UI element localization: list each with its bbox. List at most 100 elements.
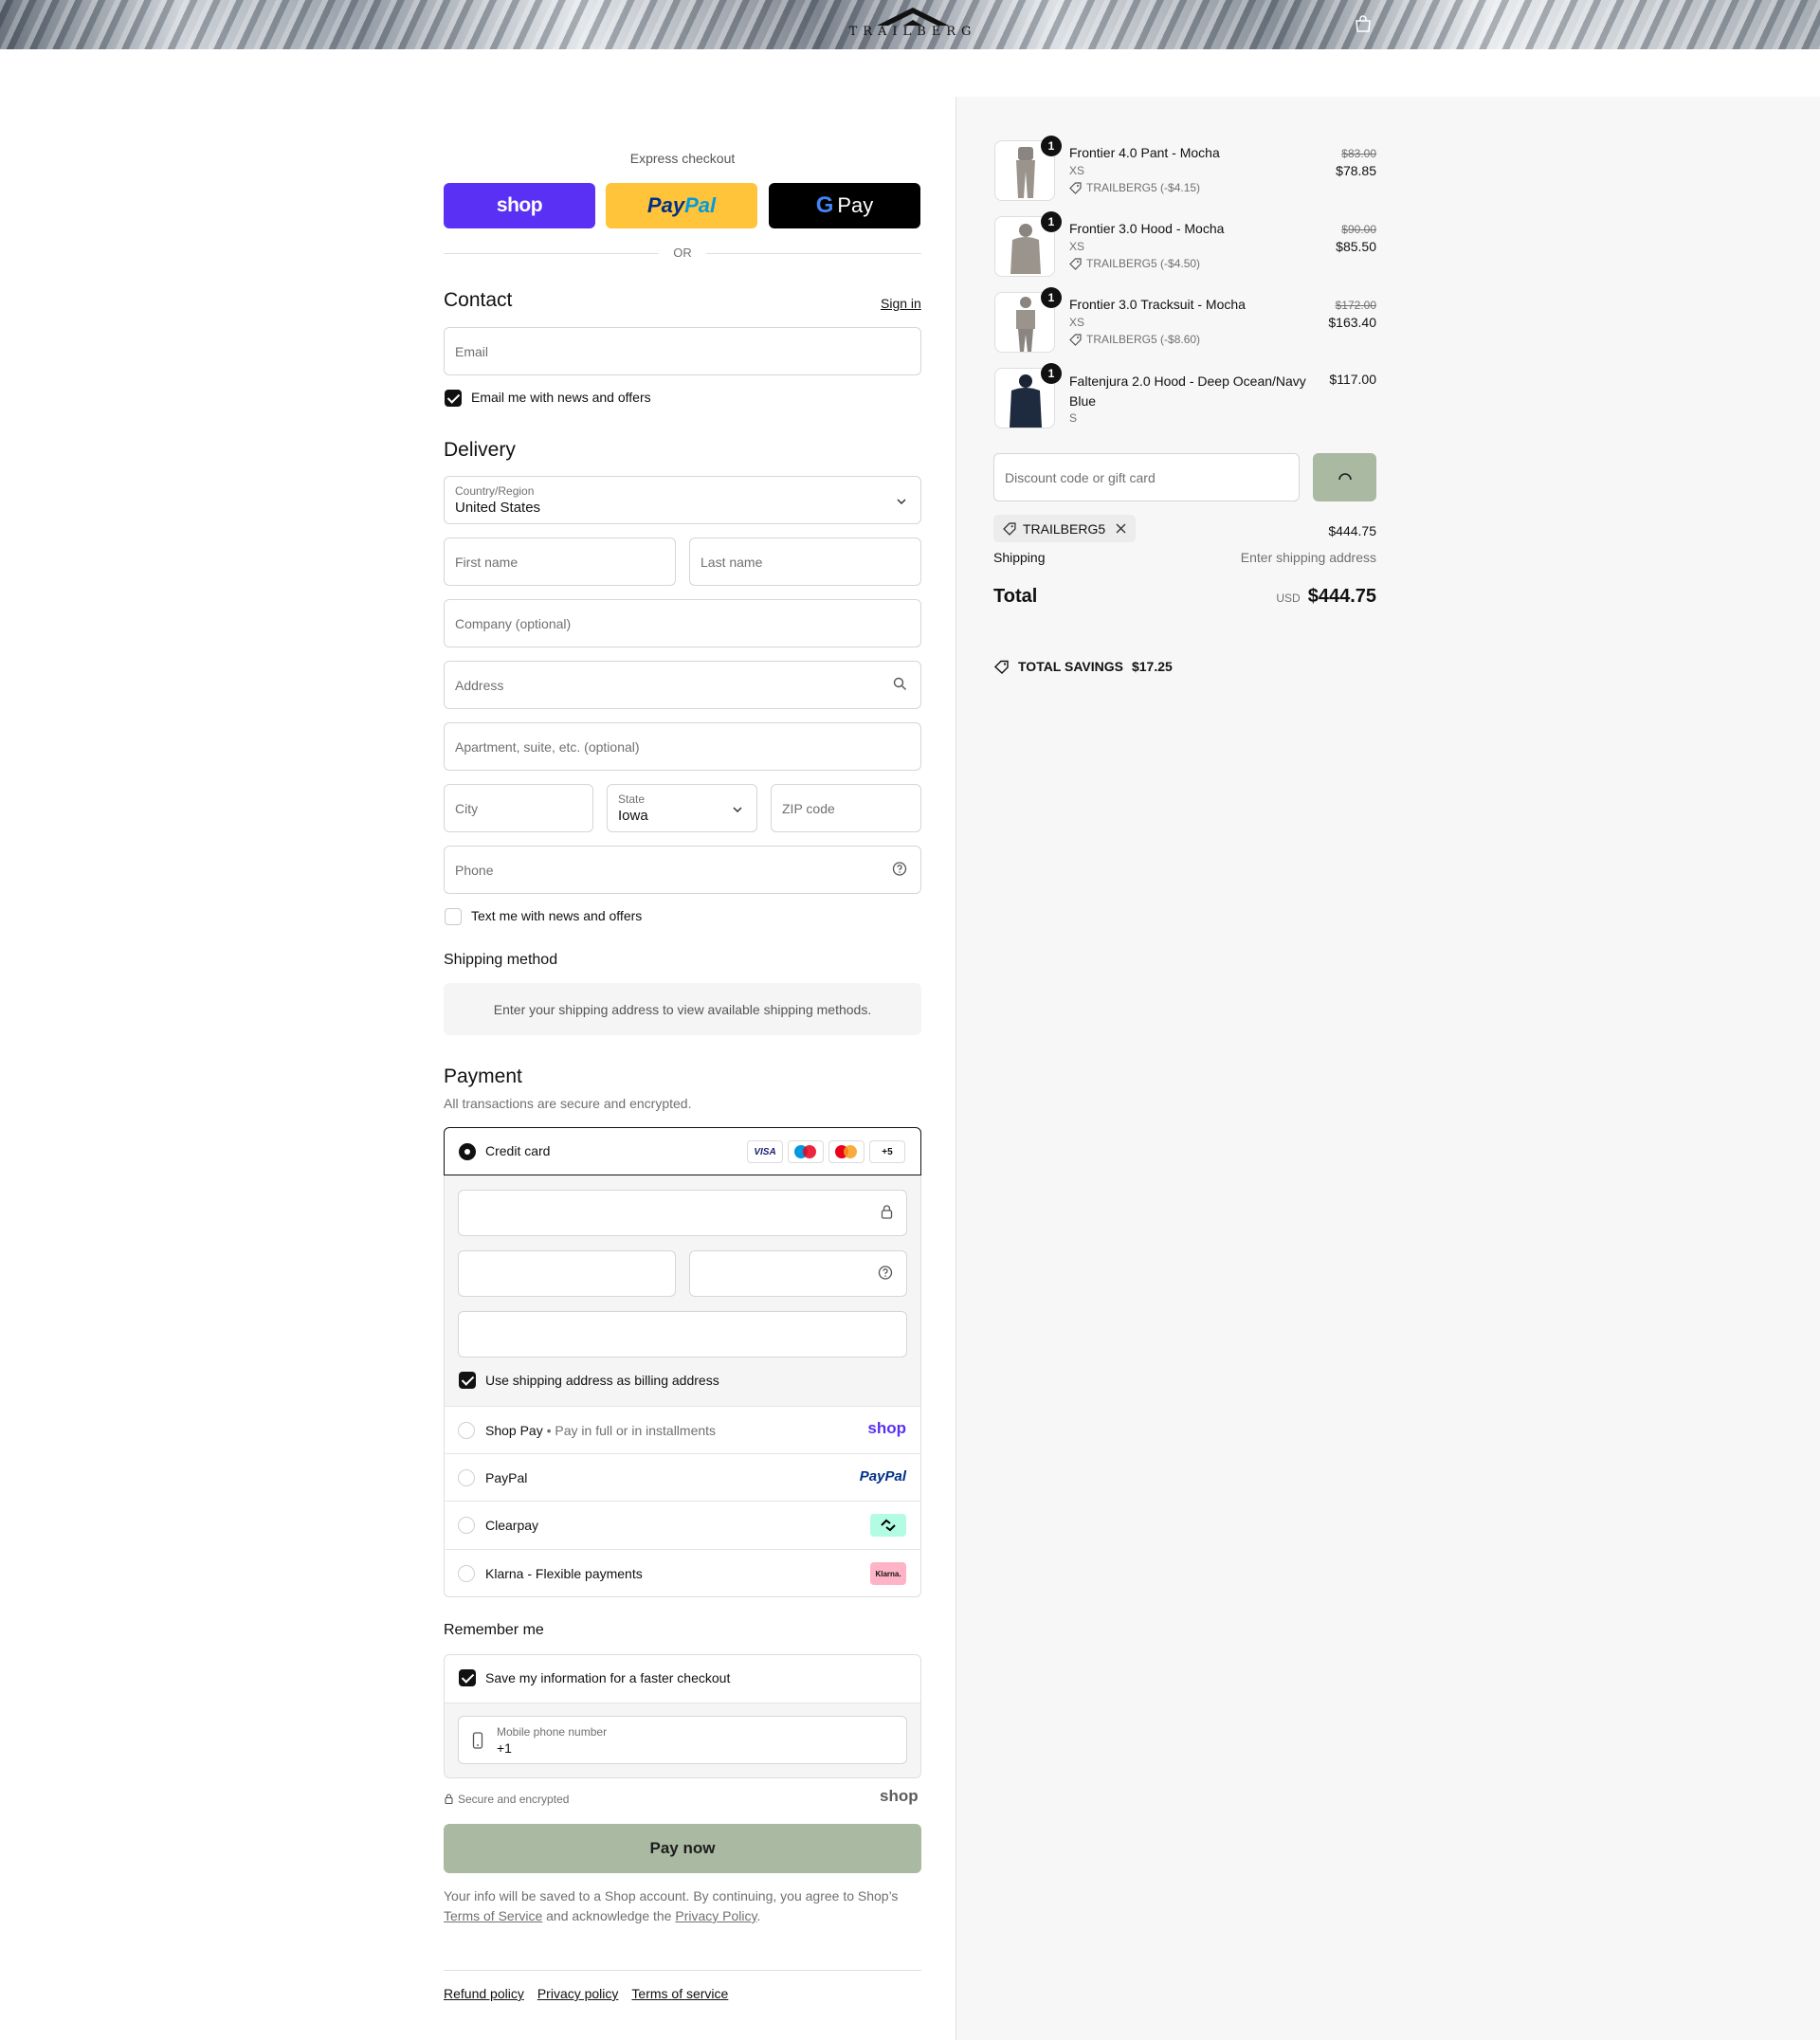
tag-icon (993, 660, 1009, 674)
expiry-field[interactable] (458, 1250, 676, 1297)
privacy-policy-footer-link[interactable]: Privacy policy (537, 1986, 619, 2001)
paypal-radio[interactable] (458, 1469, 475, 1486)
terms-of-service-link[interactable]: Terms of Service (444, 1908, 542, 1923)
klarna-option[interactable]: Klarna - Flexible payments Klarna. (444, 1549, 921, 1597)
item-name: Faltenjura 2.0 Hood - Deep Ocean/Navy Blu… (1069, 373, 1306, 409)
item-variant: XS (1069, 240, 1085, 253)
lock-icon (445, 1792, 453, 1807)
email-news-label: Email me with news and offers (471, 390, 651, 405)
express-checkout-label: Express checkout (629, 151, 736, 166)
item-name: Frontier 4.0 Pant - Mocha (1069, 145, 1220, 160)
cart-bag-icon[interactable] (1354, 15, 1374, 34)
klarna-radio[interactable] (458, 1565, 475, 1582)
apply-discount-button[interactable] (1313, 453, 1376, 501)
shipping-method-heading: Shipping method (444, 952, 558, 968)
sign-in-link[interactable]: Sign in (881, 296, 921, 311)
first-name-field[interactable]: First name (444, 537, 676, 586)
subtotal-value: $444.75 (1328, 523, 1376, 538)
company-field[interactable]: Company (optional) (444, 599, 921, 647)
shop-pay-express-button[interactable]: shop (444, 183, 595, 228)
item-price: $85.50 (1336, 239, 1376, 254)
shop-pay-logo: shop (867, 1419, 906, 1437)
state-select[interactable]: State Iowa (607, 784, 757, 832)
item-price: $117.00 (1329, 372, 1376, 387)
remove-discount-icon[interactable] (1116, 521, 1126, 537)
total-amount: USD $444.75 (1276, 586, 1376, 607)
secure-encrypted-note: Secure and encrypted (445, 1792, 569, 1807)
billing-same-label: Use shipping address as billing address (485, 1373, 719, 1388)
loading-spinner-icon (1338, 472, 1352, 480)
pay-now-button[interactable]: Pay now (444, 1824, 921, 1873)
mastercard-logo (828, 1140, 864, 1163)
name-on-card-field[interactable] (458, 1311, 907, 1357)
shipping-value: Enter shipping address (1240, 550, 1376, 565)
tag-icon (1069, 257, 1082, 270)
last-name-field[interactable]: Last name (689, 537, 921, 586)
total-savings: TOTAL SAVINGS $17.25 (993, 659, 1173, 674)
terms-of-service-footer-link[interactable]: Terms of service (631, 1986, 728, 2001)
item-variant: XS (1069, 164, 1085, 177)
brand-logo[interactable]: TRAILBERG (842, 6, 984, 44)
help-circle-icon[interactable] (892, 861, 907, 879)
clearpay-option[interactable]: Clearpay (444, 1501, 921, 1549)
email-news-checkbox[interactable] (445, 390, 462, 407)
item-price: $78.85 (1336, 163, 1376, 178)
item-discount: TRAILBERG5 (-$4.15) (1069, 181, 1200, 194)
phone-field[interactable]: Phone (444, 846, 921, 894)
google-g-icon: G (815, 192, 834, 218)
paypal-logo: PayPal (646, 193, 717, 217)
shop-pay-option[interactable]: Shop Pay • Pay in full or in installment… (444, 1406, 921, 1454)
klarna-logo: Klarna. (870, 1562, 906, 1585)
item-price: $163.40 (1328, 315, 1376, 330)
total-label: Total (993, 586, 1038, 607)
card-number-field[interactable] (458, 1190, 907, 1236)
country-select[interactable]: Country/Region United States (444, 476, 921, 524)
footer-links: Refund policy Privacy policy Terms of se… (444, 1986, 728, 2001)
sms-news-label: Text me with news and offers (471, 908, 643, 923)
refund-policy-link[interactable]: Refund policy (444, 1986, 524, 2001)
paypal-express-button[interactable]: PayPal (606, 183, 757, 228)
sms-news-checkbox[interactable] (445, 908, 462, 925)
tag-icon (1069, 333, 1082, 346)
clearpay-radio[interactable] (458, 1517, 475, 1534)
paypal-logo: PayPal (859, 1468, 906, 1484)
item-name: Frontier 3.0 Hood - Mocha (1069, 221, 1225, 236)
item-original-price: $90.00 (1341, 223, 1376, 236)
privacy-policy-link[interactable]: Privacy Policy (675, 1908, 756, 1923)
chevron-down-icon (896, 493, 907, 508)
maestro-logo (788, 1140, 824, 1163)
city-field[interactable]: City (444, 784, 593, 832)
more-cards-badge: +5 (869, 1140, 905, 1163)
zip-field[interactable]: ZIP code (771, 784, 921, 832)
help-circle-icon[interactable] (878, 1265, 893, 1283)
discount-code-field[interactable]: Discount code or gift card (993, 453, 1300, 501)
quantity-badge: 1 (1041, 363, 1062, 384)
paypal-option[interactable]: PayPal PayPal (444, 1453, 921, 1502)
item-variant: XS (1069, 316, 1085, 329)
header-banner: TRAILBERG (0, 0, 1820, 49)
save-info-checkbox[interactable] (459, 1669, 476, 1686)
payment-heading: Payment (444, 1066, 522, 1087)
legal-text: Your info will be saved to a Shop accoun… (444, 1888, 899, 1923)
google-pay-express-button[interactable]: G Pay (769, 183, 920, 228)
item-variant: S (1069, 411, 1078, 425)
visa-logo: VISA (747, 1140, 783, 1163)
quantity-badge: 1 (1041, 136, 1062, 156)
security-code-field[interactable] (689, 1250, 907, 1297)
address-field[interactable]: Address (444, 661, 921, 709)
applied-discount-chip: TRAILBERG5 (993, 515, 1137, 542)
footer-divider (444, 1970, 921, 1971)
mobile-phone-field[interactable]: Mobile phone number +1 (458, 1716, 907, 1764)
billing-same-checkbox[interactable] (459, 1372, 476, 1389)
contact-heading: Contact (444, 289, 513, 311)
shipping-label: Shipping (993, 550, 1046, 565)
item-discount: TRAILBERG5 (-$8.60) (1069, 333, 1200, 346)
apartment-field[interactable]: Apartment, suite, etc. (optional) (444, 722, 921, 771)
email-field[interactable]: Email (444, 327, 921, 375)
mountain-logo-icon (877, 8, 949, 26)
payment-subtitle: All transactions are secure and encrypte… (444, 1096, 692, 1111)
shop-pay-radio[interactable] (458, 1422, 475, 1439)
tag-icon (1003, 521, 1016, 536)
credit-card-radio[interactable] (459, 1143, 476, 1160)
item-name: Frontier 3.0 Tracksuit - Mocha (1069, 297, 1246, 312)
